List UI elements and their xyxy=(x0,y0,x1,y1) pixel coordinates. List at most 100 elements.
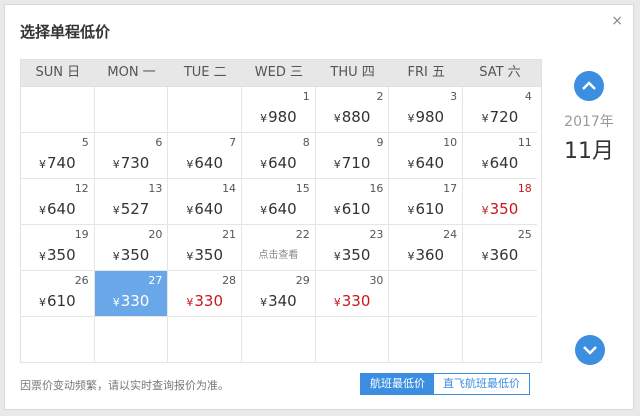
day-number: 12 xyxy=(74,182,89,195)
day-number: 6 xyxy=(155,136,163,149)
calendar-day-cell[interactable]: 5 ¥740 xyxy=(21,133,95,179)
calendar-empty-cell xyxy=(315,317,390,363)
calendar-day-cell[interactable]: 6 ¥730 xyxy=(94,133,169,179)
day-price: ¥640 xyxy=(463,154,537,172)
calendar-week-row: 5 ¥740 6 ¥730 7 ¥640 8 ¥640 9 ¥710 10 ¥640 11 ¥640 xyxy=(21,133,541,179)
day-price: ¥610 xyxy=(389,200,462,218)
calendar-week-row: 12 ¥640 13 ¥527 14 ¥640 15 ¥640 16 ¥610 17 ¥610 18 ¥3… xyxy=(21,179,541,225)
weekday-header-cell: FRI 五 xyxy=(407,65,446,80)
day-price: ¥640 xyxy=(389,154,462,172)
price-value: 350 xyxy=(341,246,371,264)
currency-symbol: ¥ xyxy=(39,250,47,263)
calendar-day-cell[interactable]: 17 ¥610 xyxy=(389,179,464,225)
day-price: ¥640 xyxy=(21,200,94,218)
currency-symbol: ¥ xyxy=(112,250,120,263)
day-price: ¥330 xyxy=(316,292,389,310)
chevron-down-icon xyxy=(583,346,597,355)
currency-symbol: ¥ xyxy=(260,112,268,125)
currency-symbol: ¥ xyxy=(333,112,341,125)
day-price: ¥640 xyxy=(242,154,315,172)
day-number: 24 xyxy=(443,228,458,241)
calendar-week-row: 26 ¥610 27 ¥330 28 ¥330 29 ¥340 30 ¥330 xyxy=(21,271,541,317)
currency-symbol: ¥ xyxy=(260,204,268,217)
calendar-day-cell[interactable]: 11 ¥640 xyxy=(463,133,537,179)
day-number: 2 xyxy=(376,90,384,103)
day-price: ¥350 xyxy=(168,246,241,264)
calendar-day-cell[interactable]: 4 ¥720 xyxy=(463,87,537,133)
calendar-day-cell[interactable]: 1 ¥980 xyxy=(242,87,316,133)
calendar-day-cell[interactable]: 21 ¥350 xyxy=(168,225,243,271)
day-number: 16 xyxy=(369,182,384,195)
calendar-day-cell[interactable]: 19 ¥350 xyxy=(21,225,95,271)
calendar-day-cell[interactable]: 30 ¥330 xyxy=(315,271,390,317)
prev-month-button[interactable] xyxy=(574,71,604,101)
currency-symbol: ¥ xyxy=(186,158,194,171)
day-number: 21 xyxy=(222,228,237,241)
currency-symbol: ¥ xyxy=(39,158,47,171)
view-price-link[interactable]: 点击查看 xyxy=(242,246,315,261)
calendar-day-cell[interactable]: 28 ¥330 xyxy=(168,271,243,317)
weekday-header-cell: SAT 六 xyxy=(479,65,521,80)
next-month-button[interactable] xyxy=(575,335,605,365)
price-value: 350 xyxy=(489,200,519,218)
price-value: 330 xyxy=(120,292,150,310)
currency-symbol: ¥ xyxy=(112,158,120,171)
month-navigator: 2017年 11月 xyxy=(561,71,617,165)
price-value: 640 xyxy=(47,200,76,218)
price-value: 350 xyxy=(194,246,224,264)
currency-symbol: ¥ xyxy=(407,112,415,125)
price-value: 527 xyxy=(120,200,150,218)
day-price: ¥350 xyxy=(21,246,94,264)
currency-symbol: ¥ xyxy=(333,204,341,217)
price-value: 730 xyxy=(120,154,150,172)
price-value: 360 xyxy=(415,246,445,264)
calendar-day-cell[interactable]: 23 ¥350 xyxy=(315,225,390,271)
price-type-tabs: 航班最低价 直飞航班最低价 xyxy=(360,373,530,395)
calendar-day-cell[interactable]: 7 ¥640 xyxy=(168,133,243,179)
currency-symbol: ¥ xyxy=(186,204,194,217)
close-icon[interactable]: × xyxy=(611,13,623,29)
price-value: 720 xyxy=(489,108,519,126)
calendar-day-cell[interactable]: 24 ¥360 xyxy=(389,225,464,271)
day-price: ¥720 xyxy=(463,108,537,126)
calendar-day-cell[interactable]: 20 ¥350 xyxy=(94,225,169,271)
price-value: 980 xyxy=(415,108,445,126)
calendar-day-cell[interactable]: 25 ¥360 xyxy=(463,225,537,271)
calendar-day-cell[interactable]: 3 ¥980 xyxy=(389,87,464,133)
calendar-day-cell[interactable]: 18 ¥350 xyxy=(463,179,537,225)
calendar-day-cell[interactable]: 22 点击查看 xyxy=(242,225,316,271)
calendar-day-cell[interactable]: 13 ¥527 xyxy=(94,179,169,225)
day-price: ¥740 xyxy=(21,154,94,172)
currency-symbol: ¥ xyxy=(481,158,489,171)
currency-symbol: ¥ xyxy=(481,204,489,217)
calendar-day-cell[interactable]: 10 ¥640 xyxy=(389,133,464,179)
currency-symbol: ¥ xyxy=(407,158,415,171)
calendar-day-cell[interactable]: 16 ¥610 xyxy=(315,179,390,225)
price-disclaimer: 因票价变动频繁，请以实时查询报价为准。 xyxy=(20,379,229,392)
calendar-day-cell[interactable]: 8 ¥640 xyxy=(242,133,316,179)
day-price: ¥340 xyxy=(242,292,315,310)
tab-lowest-price[interactable]: 航班最低价 xyxy=(361,374,434,394)
day-number: 9 xyxy=(376,136,384,149)
day-number: 26 xyxy=(74,274,89,287)
calendar-empty-cell xyxy=(389,271,464,317)
currency-symbol: ¥ xyxy=(407,204,415,217)
calendar-day-cell[interactable]: 12 ¥640 xyxy=(21,179,95,225)
calendar-day-cell[interactable]: 14 ¥640 xyxy=(168,179,243,225)
calendar-day-cell[interactable]: 26 ¥610 xyxy=(21,271,95,317)
price-value: 350 xyxy=(120,246,150,264)
calendar-day-cell[interactable]: 15 ¥640 xyxy=(242,179,316,225)
price-value: 740 xyxy=(47,154,76,172)
weekday-header-cell: THU 四 xyxy=(330,65,375,80)
calendar-day-cell[interactable]: 29 ¥340 xyxy=(242,271,316,317)
calendar-day-cell[interactable]: 2 ¥880 xyxy=(315,87,390,133)
day-number: 20 xyxy=(148,228,163,241)
calendar-day-cell[interactable]: 9 ¥710 xyxy=(315,133,390,179)
day-price: ¥640 xyxy=(168,200,241,218)
price-value: 640 xyxy=(194,200,224,218)
calendar-day-cell[interactable]: 27 ¥330 xyxy=(94,271,169,317)
currency-symbol: ¥ xyxy=(260,296,268,309)
calendar-empty-cell xyxy=(21,317,95,363)
tab-direct-lowest-price[interactable]: 直飞航班最低价 xyxy=(434,374,529,394)
day-price: ¥980 xyxy=(389,108,462,126)
